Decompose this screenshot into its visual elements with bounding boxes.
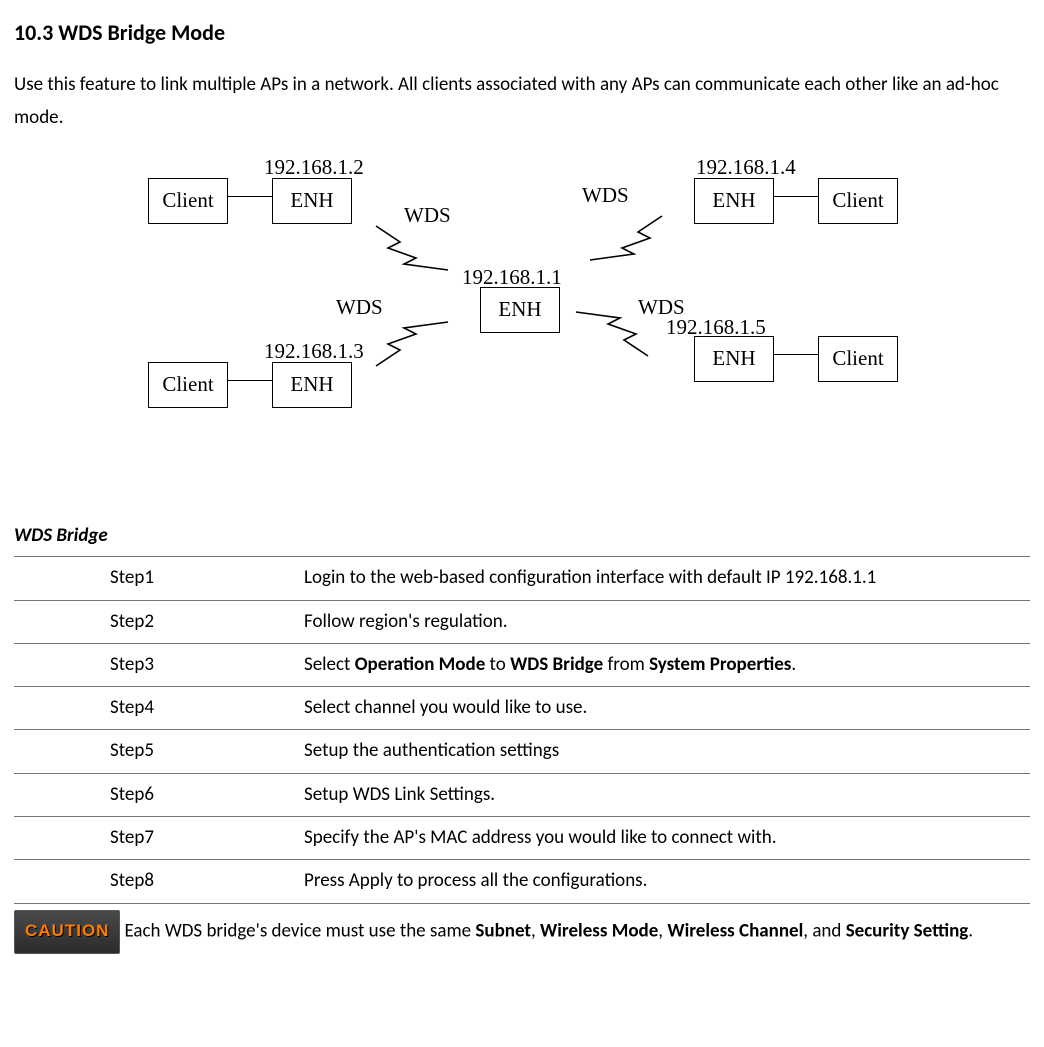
table-row: Step6 Setup WDS Link Settings. <box>14 773 1030 816</box>
text: Select <box>304 653 355 676</box>
text: . <box>968 919 973 942</box>
table-row: Step3 Select Operation Mode to WDS Bridg… <box>14 643 1030 686</box>
bolt-icon <box>372 320 452 370</box>
text: , and <box>803 919 845 942</box>
table-row: Step1 Login to the web-based configurati… <box>14 557 1030 600</box>
client-br: Client <box>818 336 898 382</box>
step-desc: Select Operation Mode to WDS Bridge from… <box>302 643 1030 686</box>
line-tl <box>228 196 272 198</box>
text-bold: Operation Mode <box>355 653 486 676</box>
step-desc: Follow region's regulation. <box>302 600 1030 643</box>
text: . <box>791 653 796 676</box>
text-bold: Wireless Mode <box>540 919 658 942</box>
client-tl: Client <box>148 178 228 224</box>
section-heading: 10.3 WDS Bridge Mode <box>14 14 1030 51</box>
line-bl <box>228 380 272 382</box>
caution-note: CAUTIONEach WDS bridge's device must use… <box>14 910 1030 954</box>
enh-tr: ENH <box>694 178 774 224</box>
bolt-icon <box>372 222 452 272</box>
enh-br: ENH <box>694 336 774 382</box>
text: Each WDS bridge's device must use the sa… <box>124 919 475 942</box>
client-bl: Client <box>148 362 228 408</box>
line-tr <box>774 196 818 198</box>
step-name: Step2 <box>108 600 302 643</box>
text: from <box>603 653 649 676</box>
enh-tl: ENH <box>272 178 352 224</box>
step-desc: Select channel you would like to use. <box>302 687 1030 730</box>
line-br <box>774 354 818 356</box>
enh-center: ENH <box>480 287 560 333</box>
text: , <box>531 919 540 942</box>
step-desc: Setup WDS Link Settings. <box>302 773 1030 816</box>
text-bold: Security Setting <box>846 919 969 942</box>
step-name: Step3 <box>108 643 302 686</box>
table-row: Step5 Setup the authentication settings <box>14 730 1030 773</box>
text-bold: WDS Bridge <box>510 653 603 676</box>
step-name: Step5 <box>108 730 302 773</box>
step-name: Step7 <box>108 817 302 860</box>
step-name: Step8 <box>108 860 302 903</box>
client-tr: Client <box>818 178 898 224</box>
text-bold: Subnet <box>475 919 531 942</box>
wds-tr: WDS <box>582 178 629 214</box>
wds-diagram: 192.168.1.1 ENH 192.168.1.2 ENH Client W… <box>42 150 1002 460</box>
step-desc: Login to the web-based configuration int… <box>302 557 1030 600</box>
steps-table: Step1 Login to the web-based configurati… <box>14 557 1030 903</box>
text: to <box>485 653 510 676</box>
step-desc: Press Apply to process all the configura… <box>302 860 1030 903</box>
bolt-icon <box>586 212 666 262</box>
text: , <box>658 919 667 942</box>
caution-badge-icon: CAUTION <box>14 910 120 954</box>
step-name: Step6 <box>108 773 302 816</box>
table-row: Step4 Select channel you would like to u… <box>14 687 1030 730</box>
table-row: Step2 Follow region's regulation. <box>14 600 1030 643</box>
table-title: WDS Bridge <box>14 520 1030 557</box>
step-name: Step1 <box>108 557 302 600</box>
text-bold: Wireless Channel <box>667 919 803 942</box>
table-row: Step8 Press Apply to process all the con… <box>14 860 1030 903</box>
step-desc: Setup the authentication settings <box>302 730 1030 773</box>
step-name: Step4 <box>108 687 302 730</box>
text-bold: System Properties <box>649 653 791 676</box>
intro-text: Use this feature to link multiple APs in… <box>14 69 1030 134</box>
table-row: Step7 Specify the AP's MAC address you w… <box>14 817 1030 860</box>
bolt-icon <box>572 310 652 360</box>
step-desc: Specify the AP's MAC address you would l… <box>302 817 1030 860</box>
enh-bl: ENH <box>272 362 352 408</box>
